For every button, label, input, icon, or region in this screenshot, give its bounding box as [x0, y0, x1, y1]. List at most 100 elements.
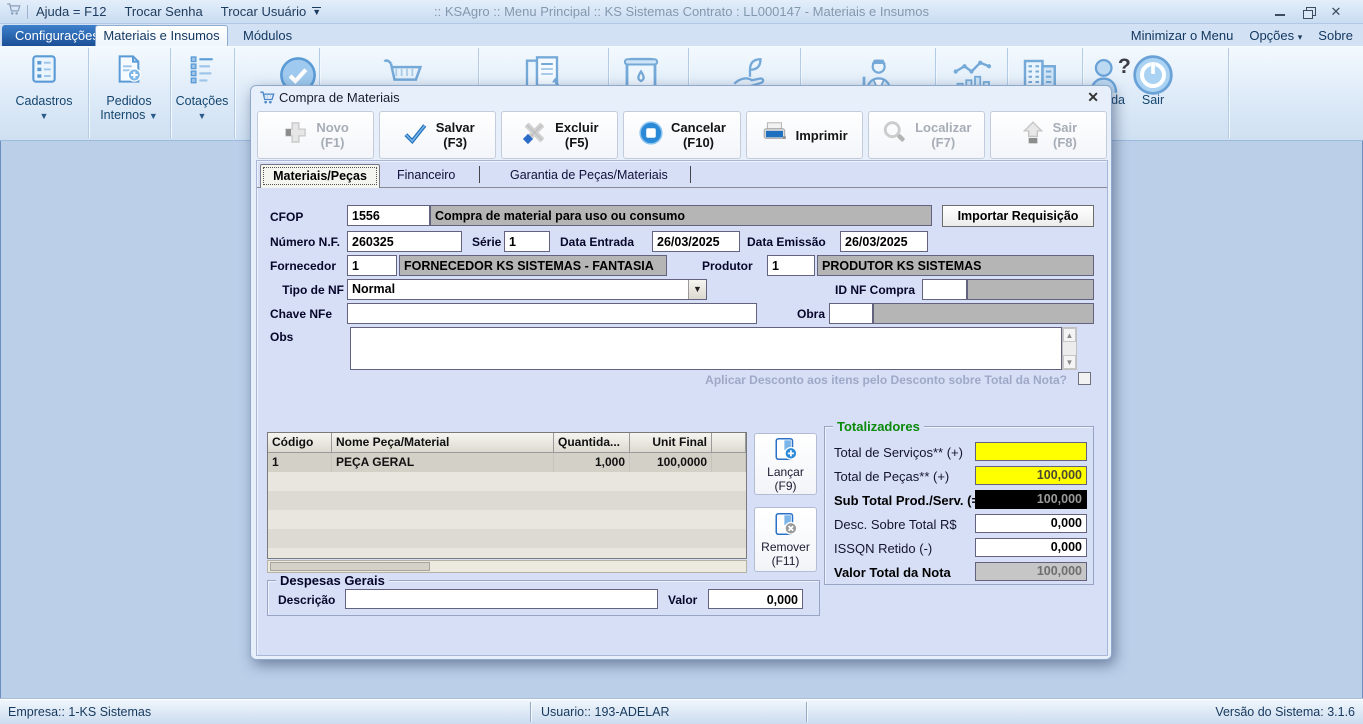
chevron-down-icon: ▼ [198, 111, 207, 121]
table-row-empty[interactable] [268, 510, 746, 529]
ribbon-divider [170, 48, 171, 138]
scroll-up-icon[interactable]: ▲ [1063, 328, 1076, 342]
data-entrada-input[interactable]: 26/03/2025 [652, 231, 740, 252]
dialog-title: Compra de Materiais [279, 90, 400, 105]
magnifier-icon [881, 119, 908, 151]
excluir-button[interactable]: Excluir(F5) [501, 111, 618, 159]
printer-icon [761, 120, 789, 151]
imprimir-button[interactable]: Imprimir [746, 111, 863, 159]
table-hscrollbar[interactable] [267, 560, 747, 573]
cancelar-button[interactable]: Cancelar(F10) [623, 111, 740, 159]
obra-code-input[interactable] [829, 303, 873, 324]
app-icon [6, 2, 21, 21]
cadastros-icon [28, 53, 60, 90]
obs-textarea[interactable] [350, 327, 1062, 370]
valor-input[interactable]: 0,000 [708, 589, 803, 609]
menu-trocar-senha[interactable]: Trocar Senha [124, 4, 202, 19]
tipo-nf-select[interactable]: Normal ▼ [347, 279, 707, 300]
total-pecas-field[interactable]: 100,000 [975, 466, 1087, 485]
compra-de-materiais-dialog: Compra de Materiais ✕ Novo(F1) Salvar(F3… [250, 85, 1112, 660]
menu-ajuda[interactable]: Ajuda = F12 [36, 4, 106, 19]
aplicar-desconto-checkbox[interactable] [1078, 372, 1091, 385]
table-row-empty[interactable] [268, 529, 746, 548]
data-emissao-input[interactable]: 26/03/2025 [840, 231, 928, 252]
tipo-nf-label: Tipo de NF [270, 283, 344, 297]
table-row[interactable]: 1 PEÇA GERAL 1,000 100,0000 [268, 453, 746, 472]
col-unit-final[interactable]: Unit Final [630, 433, 712, 453]
col-extra [712, 433, 746, 453]
col-nome[interactable]: Nome Peça/Material [332, 433, 554, 453]
main-tab-strip: Configurações Materiais e Insumos Módulo… [0, 24, 1363, 46]
data-emissao-label: Data Emissão [747, 235, 826, 249]
ribbon-item-cadastros[interactable]: Cadastros▼ [0, 94, 88, 123]
pedidos-internos-icon [113, 53, 145, 90]
desconto-total-field[interactable]: 0,000 [975, 514, 1087, 533]
totalizadores-title: Totalizadores [833, 419, 924, 434]
table-row-empty[interactable] [268, 472, 746, 491]
tab-separator [690, 166, 691, 183]
desconto-total-label: Desc. Sobre Total R$ [834, 517, 957, 532]
valor-total-field: 100,000 [975, 562, 1087, 581]
sobre-link[interactable]: Sobre [1318, 28, 1353, 43]
chave-nfe-input[interactable] [347, 303, 757, 324]
table-row-empty[interactable] [268, 491, 746, 510]
chevron-down-icon: ▾ [1298, 32, 1303, 42]
col-codigo[interactable]: Código [268, 433, 332, 453]
cfop-label: CFOP [270, 210, 303, 224]
ribbon-item-pedidos-internos[interactable]: Pedidos Internos ▼ [94, 94, 164, 123]
salvar-button[interactable]: Salvar(F3) [379, 111, 496, 159]
descricao-input[interactable] [345, 589, 658, 609]
chevron-down-icon[interactable]: ▼ [688, 280, 706, 299]
tab-modulos[interactable]: Módulos [243, 28, 292, 43]
despesas-gerais-groupbox: Despesas Gerais Descrição Valor 0,000 [267, 580, 820, 616]
numero-nf-input[interactable]: 260325 [347, 231, 462, 252]
produtor-code-input[interactable]: 1 [767, 255, 815, 276]
dialog-titlebar: Compra de Materiais ✕ [251, 86, 1111, 109]
dialog-tab-materiais-pecas[interactable]: Materiais/Peças [260, 164, 380, 188]
id-nf-compra-input[interactable] [922, 279, 967, 300]
status-versao: Versão do Sistema: 3.1.6 [1215, 705, 1355, 719]
table-row-empty[interactable] [268, 548, 746, 559]
localizar-button[interactable]: Localizar(F7) [868, 111, 985, 159]
subtotal-label: Sub Total Prod./Serv. (=) [834, 493, 983, 508]
status-separator [530, 702, 531, 722]
cart-icon [259, 90, 275, 110]
scroll-down-icon[interactable]: ▼ [1063, 355, 1076, 369]
ribbon-divider [88, 48, 89, 138]
obs-label: Obs [270, 330, 293, 344]
chevron-down-icon[interactable]: ▼ [312, 7, 321, 16]
menu-trocar-usuario[interactable]: Trocar Usuário [221, 4, 306, 19]
doc-remove-icon [773, 511, 799, 540]
sair-dialog-button[interactable]: Sair(F8) [990, 111, 1107, 159]
minimize-button[interactable] [1271, 5, 1289, 19]
descricao-label: Descrição [278, 593, 335, 607]
fornecedor-code-input[interactable]: 1 [347, 255, 397, 276]
items-table: Código Nome Peça/Material Quantida... Un… [267, 432, 747, 559]
remover-button[interactable]: Remover (F11) [754, 507, 817, 572]
obs-scrollbar[interactable]: ▲ ▼ [1062, 327, 1077, 370]
ribbon-item-cotacoes[interactable]: Cotações▼ [168, 94, 236, 123]
opcoes-link[interactable]: Opções ▾ [1249, 28, 1302, 43]
close-button[interactable]: ✕ [1327, 5, 1345, 19]
col-quantidade[interactable]: Quantida... [554, 433, 630, 453]
dialog-close-icon[interactable]: ✕ [1087, 89, 1099, 105]
novo-button[interactable]: Novo(F1) [257, 111, 374, 159]
ribbon-item-sair[interactable]: Sair [1124, 93, 1182, 107]
issqn-field[interactable]: 0,000 [975, 538, 1087, 557]
dialog-tab-garantia[interactable]: Garantia de Peças/Materiais [510, 168, 668, 182]
dialog-tab-financeiro[interactable]: Financeiro [397, 168, 455, 182]
hscroll-thumb[interactable] [270, 562, 430, 571]
cfop-input[interactable]: 1556 [347, 205, 430, 226]
minimizar-menu-link[interactable]: Minimizar o Menu [1131, 28, 1234, 43]
window-titlebar: Ajuda = F12 Trocar Senha Trocar Usuário … [0, 0, 1363, 24]
totalizadores-groupbox: Totalizadores Total de Serviços** (+) To… [824, 426, 1094, 585]
total-servicos-field[interactable] [975, 442, 1087, 461]
restore-button[interactable] [1299, 5, 1317, 19]
tab-materiais-insumos[interactable]: Materiais e Insumos [95, 25, 228, 46]
importar-requisicao-button[interactable]: Importar Requisição [942, 205, 1094, 227]
window-title: :: KSAgro :: Menu Principal :: KS Sistem… [434, 4, 929, 19]
serie-input[interactable]: 1 [504, 231, 550, 252]
lancar-button[interactable]: Lançar (F9) [754, 433, 817, 495]
issqn-label: ISSQN Retido (-) [834, 541, 932, 556]
subtotal-field: 100,000 [975, 490, 1087, 509]
